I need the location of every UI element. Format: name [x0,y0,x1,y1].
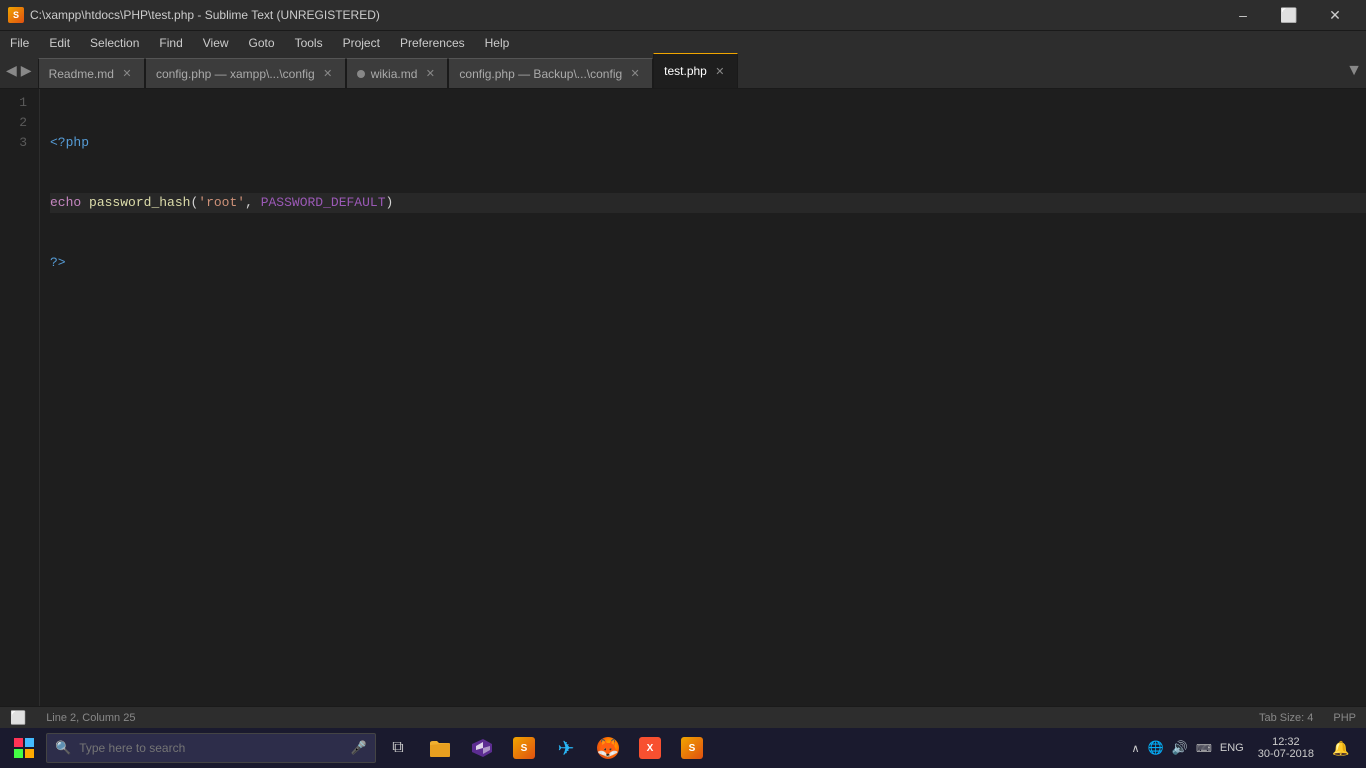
window-title: C:\xampp\htdocs\PHP\test.php - Sublime T… [30,8,380,22]
sublime-logo: S [513,737,535,759]
tab-label-config2: config.php — Backup\...\config [459,67,622,81]
sublime-taskbar-icon[interactable]: S [504,728,544,768]
folder-icon [429,737,451,759]
code-line-1: <?php [50,133,1366,153]
menu-help[interactable]: Help [475,31,520,54]
tab-testphp[interactable]: test.php ✕ [653,53,738,88]
tab-label-wikia: wikia.md [371,67,418,81]
network-icon: 🌐 [1148,740,1164,756]
line-num-2: 2 [8,113,27,133]
line-num-1: 1 [8,93,27,113]
clock-time: 12:32 [1272,736,1300,748]
menu-bar: File Edit Selection Find View Goto Tools… [0,30,1366,54]
task-view-button[interactable]: ⧉ [378,728,418,768]
xampp-logo: X [639,737,661,759]
input-icon: ⌨ [1196,742,1212,755]
search-bar[interactable]: 🔍 🎤 [46,733,376,763]
line-num-3: 3 [8,133,27,153]
clock-date: 30-07-2018 [1258,748,1314,760]
tab-label-config1: config.php — xampp\...\config [156,67,315,81]
firefox-icon[interactable]: 🦊 [588,728,628,768]
tab-label-testphp: test.php [664,64,707,78]
menu-project[interactable]: Project [333,31,390,54]
menu-tools[interactable]: Tools [285,31,333,54]
minimize-button[interactable]: – [1220,0,1266,30]
taskbar-tray: ∧ 🌐 🔊 ⌨ ENG 12:32 30-07-2018 🔔 [1124,728,1362,768]
status-language[interactable]: PHP [1333,712,1356,724]
language-label[interactable]: ENG [1220,742,1244,754]
code-line-2: echo password_hash('root', PASSWORD_DEFA… [50,193,1366,213]
tab-label-readme: Readme.md [49,67,114,81]
visual-studio-icon[interactable] [462,728,502,768]
status-position: Line 2, Column 25 [46,712,135,724]
search-icon: 🔍 [55,740,71,756]
file-explorer-icon[interactable] [420,728,460,768]
taskbar: 🔍 🎤 ⧉ S ✈ 🦊 X S ∧ 🌐 🔊 ⌨ ENG [0,728,1366,768]
menu-view[interactable]: View [193,31,239,54]
sublime2-taskbar-icon[interactable]: S [672,728,712,768]
window-controls: – ⬜ ✕ [1220,0,1358,30]
menu-edit[interactable]: Edit [39,31,80,54]
tab-config1[interactable]: config.php — xampp\...\config ✕ [145,58,346,88]
tab-wikia[interactable]: wikia.md ✕ [346,58,449,88]
status-bar-right: Tab Size: 4 PHP [1259,712,1356,724]
code-editor[interactable]: <?php echo password_hash('root', PASSWOR… [40,89,1366,706]
status-bar: ⬜ Line 2, Column 25 Tab Size: 4 PHP [0,706,1366,728]
tab-scroll-left[interactable]: ◀ [4,62,19,79]
menu-find[interactable]: Find [149,31,192,54]
microphone-icon: 🎤 [351,740,367,756]
notification-icon: 🔔 [1332,740,1349,757]
tab-scroll-right[interactable]: ▶ [19,62,34,79]
menu-preferences[interactable]: Preferences [390,31,475,54]
start-button[interactable] [4,728,44,768]
sublime-icon: S [8,7,24,23]
title-bar-left: S C:\xampp\htdocs\PHP\test.php - Sublime… [8,7,380,23]
tab-close-readme[interactable]: ✕ [120,67,134,81]
tab-close-wikia[interactable]: ✕ [423,67,437,81]
volume-icon: 🔊 [1172,740,1188,756]
tab-close-testphp[interactable]: ✕ [713,64,727,78]
menu-file[interactable]: File [0,31,39,54]
notification-button[interactable]: 🔔 [1328,728,1354,768]
status-rect-icon: ⬜ [10,710,26,726]
clock[interactable]: 12:32 30-07-2018 [1252,736,1320,760]
tab-config2[interactable]: config.php — Backup\...\config ✕ [448,58,653,88]
code-line-3: ?> [50,253,1366,273]
tab-nav-left: ◀ ▶ [0,53,38,88]
close-button[interactable]: ✕ [1312,0,1358,30]
vs-logo-icon [471,737,493,759]
tab-dot-wikia [357,70,365,78]
tab-overflow-button[interactable]: ▼ [1342,53,1366,88]
windows-logo-icon [14,738,34,758]
telegram-icon[interactable]: ✈ [546,728,586,768]
sublime2-logo: S [681,737,703,759]
search-input[interactable] [79,741,339,755]
tab-readme[interactable]: Readme.md ✕ [38,58,145,88]
title-bar: S C:\xampp\htdocs\PHP\test.php - Sublime… [0,0,1366,30]
xampp-icon[interactable]: X [630,728,670,768]
maximize-button[interactable]: ⬜ [1266,0,1312,30]
tab-close-config2[interactable]: ✕ [628,67,642,81]
line-numbers: 1 2 3 [0,89,40,706]
menu-selection[interactable]: Selection [80,31,149,54]
menu-goto[interactable]: Goto [239,31,285,54]
status-tab-size[interactable]: Tab Size: 4 [1259,712,1313,724]
editor-area: 1 2 3 <?php echo password_hash('root', P… [0,89,1366,706]
tray-icons-hidden[interactable]: ∧ [1132,742,1140,755]
tab-bar: ◀ ▶ Readme.md ✕ config.php — xampp\...\c… [0,54,1366,89]
tab-close-config1[interactable]: ✕ [321,67,335,81]
firefox-logo: 🦊 [597,737,619,759]
